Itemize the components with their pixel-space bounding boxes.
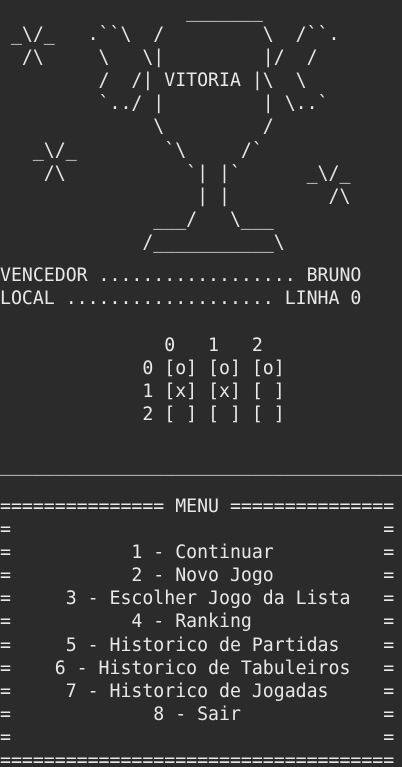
trophy-art-line: ___/ \___	[0, 208, 274, 230]
menu-item-historico-jogadas[interactable]: = 7 - Historico de Jogadas =	[0, 680, 394, 703]
trophy-art-line: _\/_ `\ /`	[0, 139, 263, 161]
terminal-window: _______ _\/_ .``\ / \ /``. /\ \ \| |/ / …	[0, 0, 402, 767]
divider-line: ________________________________________	[0, 454, 402, 477]
trophy-ascii-art: _______ _\/_ .``\ / \ /``. /\ \ \| |/ / …	[0, 0, 350, 254]
menu-title: =============== MENU ===============	[0, 496, 395, 517]
menu-item-continuar[interactable]: = 1 - Continuar =	[0, 541, 394, 564]
trophy-art-line: / /| VITORIA |\ \	[0, 70, 307, 92]
menu-item-historico-partidas[interactable]: = 5 - Historico de Partidas =	[0, 634, 394, 657]
trophy-art-line: | | /\	[0, 185, 351, 207]
trophy-art-line: _______	[0, 1, 263, 22]
board-row: 2 [ ] [ ] [ ]	[0, 404, 285, 426]
menu-item-ranking[interactable]: = 4 - Ranking =	[0, 610, 394, 633]
location-line: LOCAL ................... LINHA 0	[0, 288, 362, 310]
board-column-header: 0 1 2	[0, 335, 263, 356]
trophy-art-line: /\ \ \| |/ /	[0, 47, 318, 69]
menu-item-historico-tabuleiros[interactable]: = 6 - Historico de Tabuleiros =	[0, 657, 394, 680]
trophy-art-line: `../ | | \..`	[0, 93, 329, 115]
divider-underscores: ________________________________________	[0, 455, 402, 476]
menu-item-novo-jogo[interactable]: = 2 - Novo Jogo =	[0, 564, 394, 587]
board-row: 0 [o] [o] [o]	[0, 358, 285, 380]
trophy-art-line: /___________\	[0, 231, 285, 253]
menu-item-escolher-jogo[interactable]: = 3 - Escolher Jogo da Lista =	[0, 587, 394, 610]
main-menu: =============== MENU =============== = = =…	[0, 495, 394, 767]
menu-bottom-border: ====================================	[0, 750, 395, 767]
menu-item-sair[interactable]: = 8 - Sair =	[0, 703, 394, 726]
game-board: 0 1 2 0 [o] [o] [o] 1 [x] [x] [ ] 2 [ ] …	[0, 334, 285, 426]
menu-border-blank: = =	[0, 519, 395, 541]
trophy-art-line: \ /	[0, 116, 274, 138]
game-result: VENCEDOR .................. BRUNO LOCAL .…	[0, 264, 361, 310]
winner-line: VENCEDOR .................. BRUNO	[0, 265, 362, 286]
trophy-art-line: /\ `| |` _\/_	[0, 162, 351, 184]
trophy-art-line: _\/_ .``\ / \ /``.	[0, 24, 340, 46]
board-row: 1 [x] [x] [ ]	[0, 381, 285, 403]
menu-border-blank: = =	[0, 726, 395, 748]
